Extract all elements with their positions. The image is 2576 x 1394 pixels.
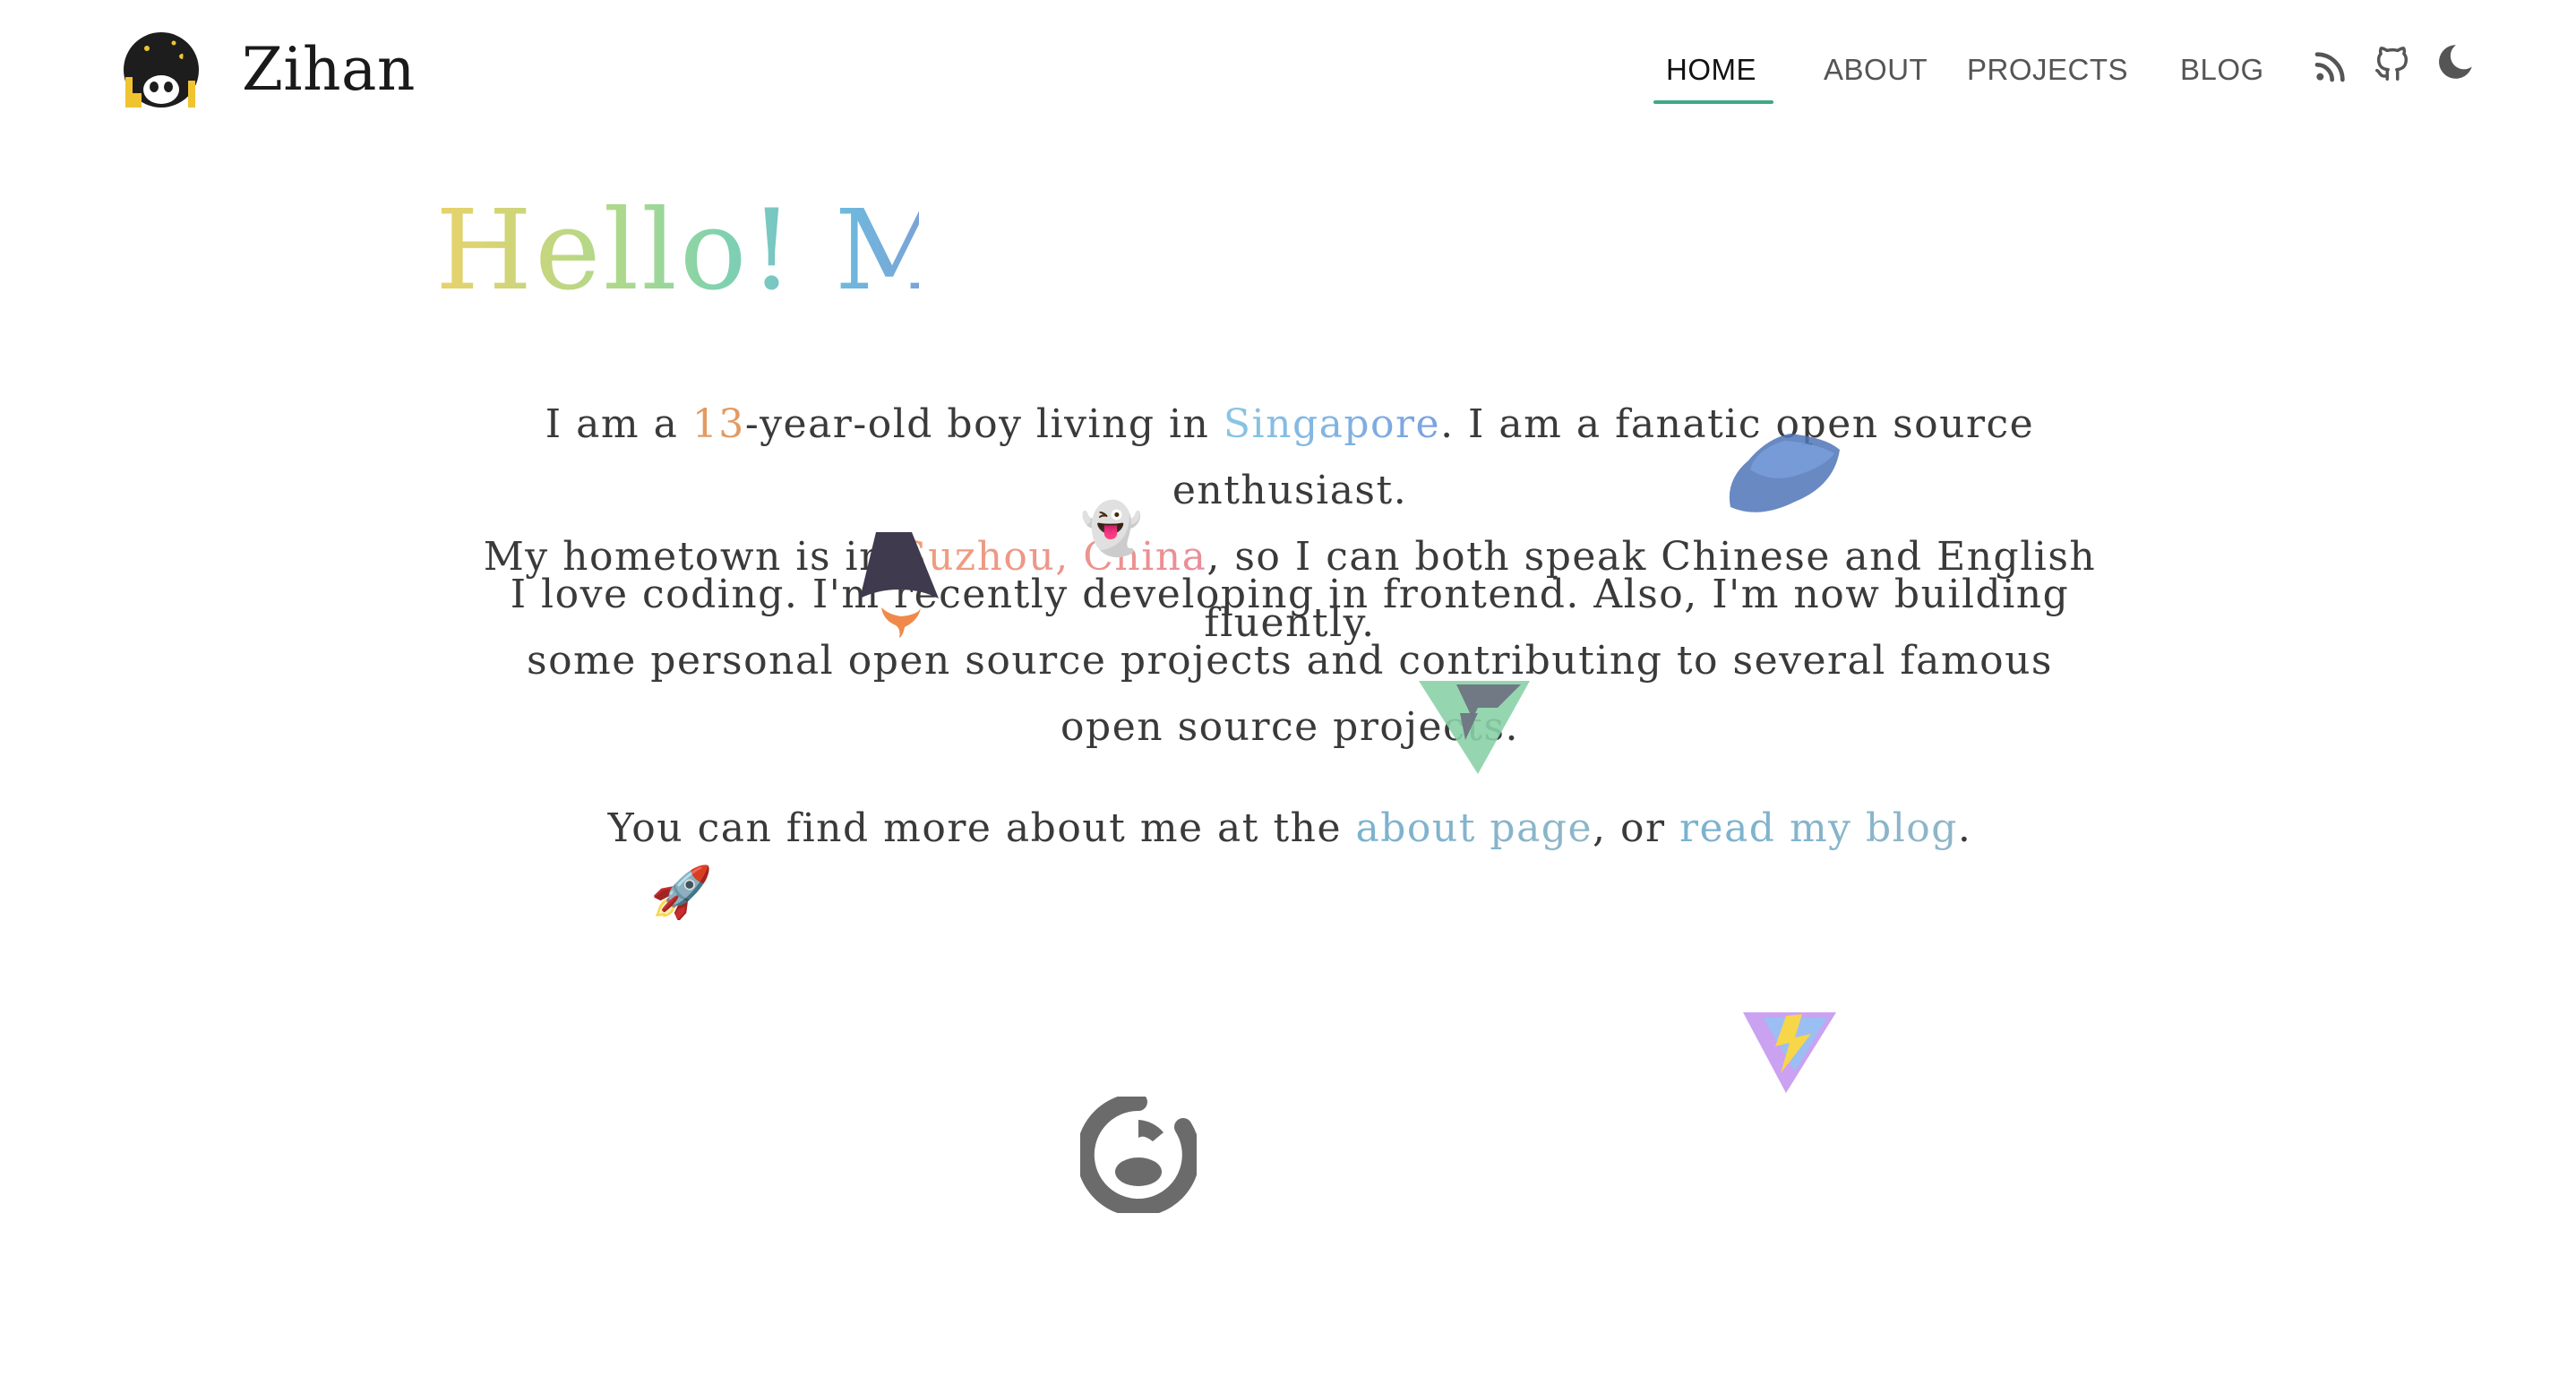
main-nav: HOME ABOUT PROJECTS BLOG bbox=[0, 43, 2576, 97]
moon-icon[interactable] bbox=[2434, 41, 2476, 82]
nav-home[interactable]: HOME bbox=[1666, 43, 1756, 97]
nav-projects[interactable]: PROJECTS bbox=[1967, 43, 2128, 97]
nav-about[interactable]: ABOUT bbox=[1824, 43, 1928, 97]
nav-blog[interactable]: BLOG bbox=[2180, 43, 2264, 97]
about-page-link[interactable]: about page bbox=[1356, 805, 1593, 851]
links-line: You can find more about me at the about … bbox=[430, 796, 2150, 862]
links-text: You can find more about me at the bbox=[607, 805, 1356, 851]
intro-text: -year-old boy living in bbox=[744, 401, 1224, 447]
site-header: Zihan HOME ABOUT PROJECTS BLOG bbox=[0, 0, 2576, 134]
astro-logo-icon bbox=[860, 532, 939, 638]
nuxt-ring-icon bbox=[1080, 1097, 1197, 1213]
vue-triangle-icon bbox=[1419, 681, 1530, 774]
rocket-emoji-icon: 🚀 bbox=[650, 864, 713, 920]
vite-logo-icon bbox=[1743, 1012, 1836, 1093]
age-value: 13 bbox=[691, 401, 745, 447]
ghost-emoji-icon: 👻 bbox=[1080, 500, 1143, 556]
bio-paragraph-links: You can find more about me at the about … bbox=[430, 796, 2150, 862]
rss-icon[interactable] bbox=[2313, 48, 2348, 84]
bio-paragraph-coding: I love coding. I'm recently developing i… bbox=[484, 562, 2096, 761]
active-nav-indicator bbox=[1653, 100, 1773, 104]
blog-link[interactable]: read my blog bbox=[1679, 805, 1958, 851]
links-text: . bbox=[1957, 805, 1972, 851]
intro-text: I am a bbox=[545, 401, 692, 447]
coding-text: I love coding. I'm recently developing i… bbox=[510, 572, 2070, 750]
hero-greeting: Hello! M bbox=[435, 179, 919, 323]
city-name: Singapore bbox=[1223, 401, 1441, 447]
github-icon[interactable] bbox=[2372, 43, 2413, 84]
svelte-logo-icon bbox=[1729, 434, 1840, 512]
links-text: , or bbox=[1593, 805, 1679, 851]
intro-line-1: I am a 13-year-old boy living in Singapo… bbox=[430, 392, 2150, 524]
